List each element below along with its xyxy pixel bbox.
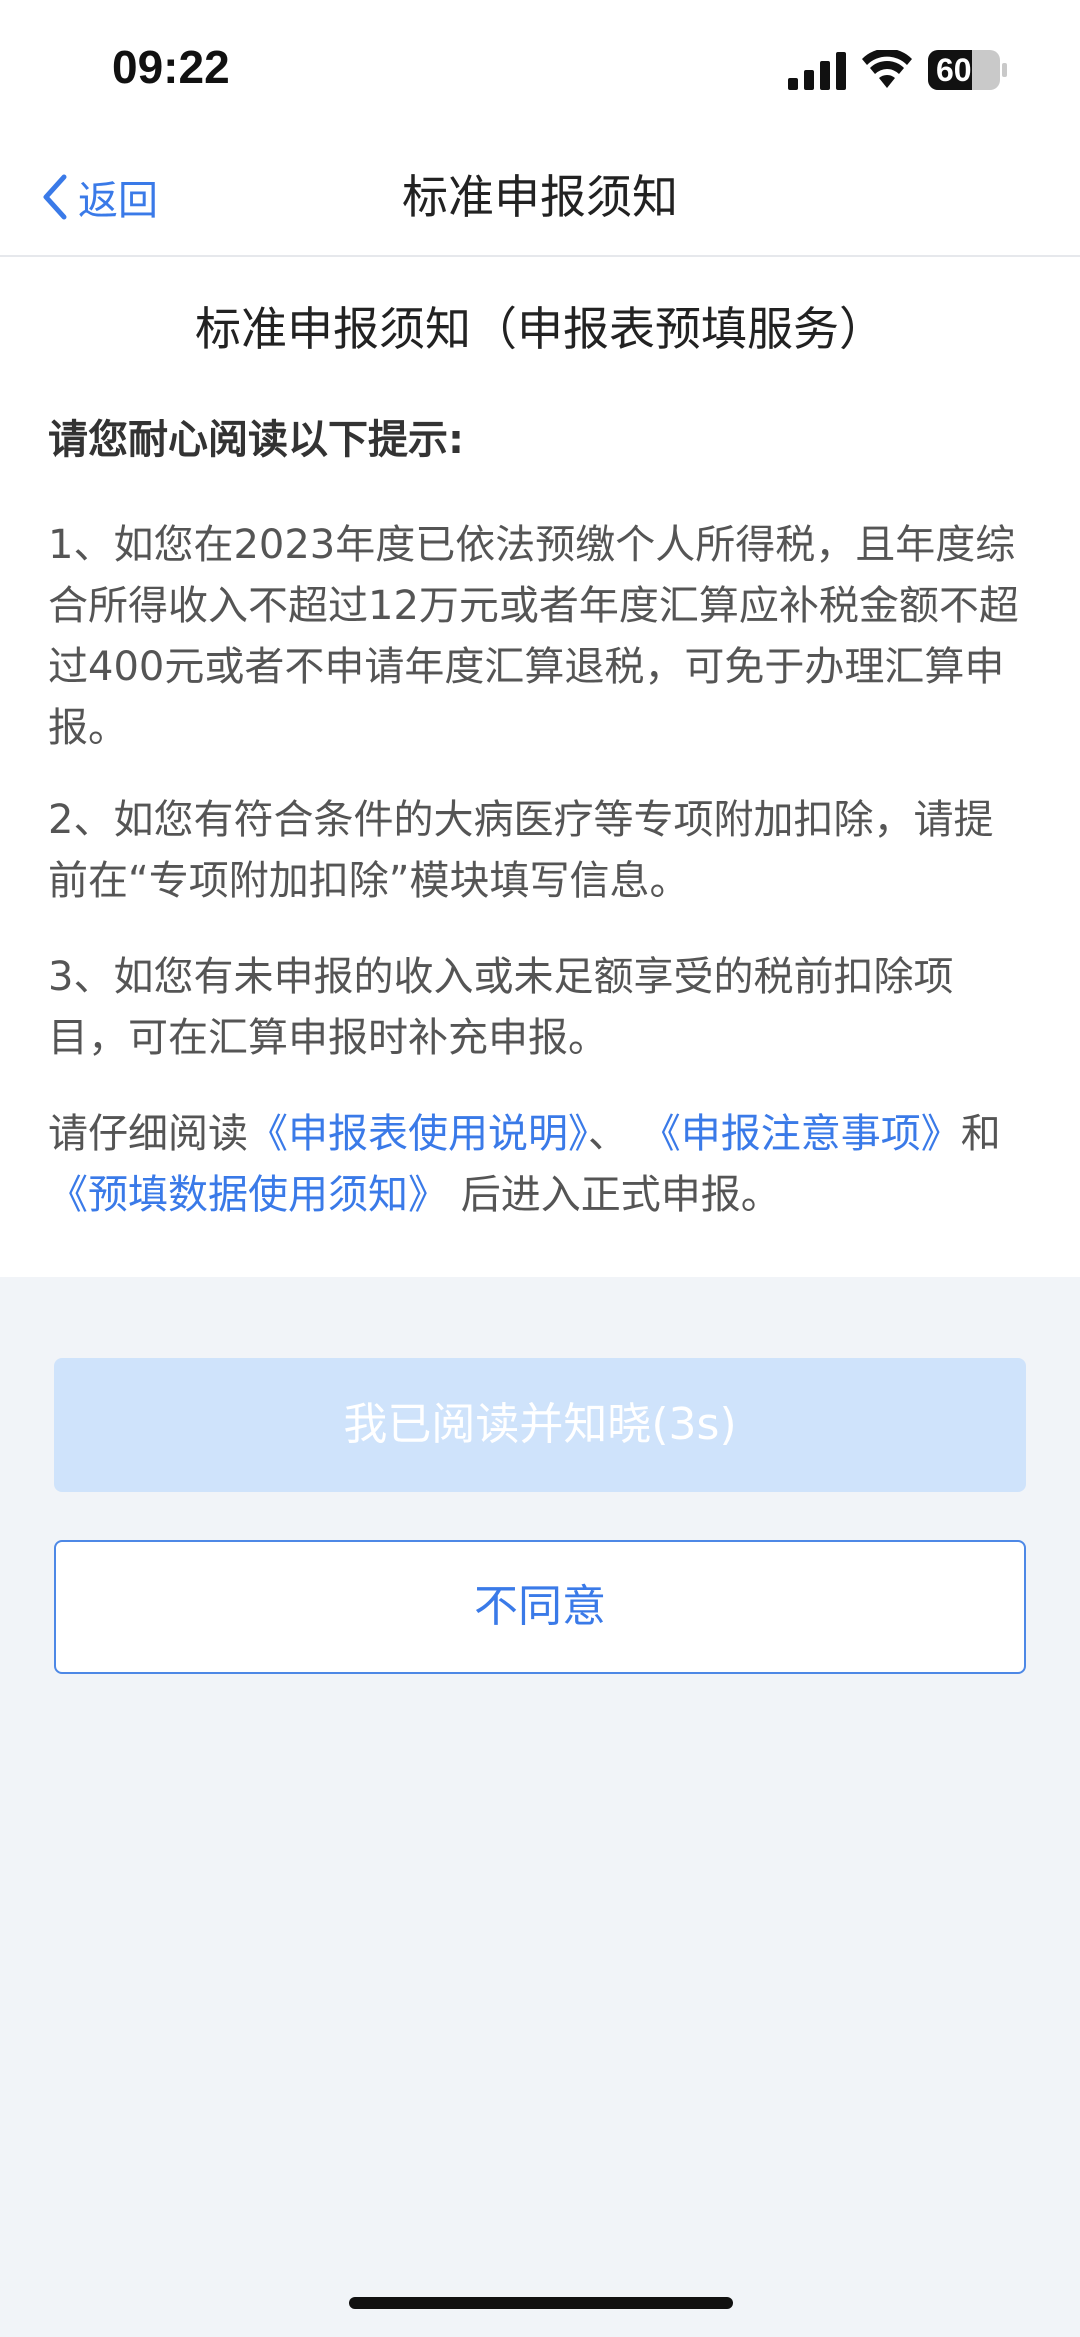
notice-item-3: 3、如您有未申报的收入或未足额享受的税前扣除项目，可在汇算申报时补充申报。 <box>48 954 954 1061</box>
status-time: 09:22 <box>112 41 230 93</box>
navigation-bar: 标准申报须知 返回 <box>0 140 1080 257</box>
document-title: 标准申报须知（申报表预填服务） <box>195 302 885 356</box>
chevron-left-icon <box>43 174 67 220</box>
prompt-heading: 请您耐心阅读以下提示: <box>48 417 464 463</box>
status-bar: 09:22 60 <box>0 0 1080 140</box>
reading-suffix: 后进入正式申报。 <box>460 1172 781 1218</box>
back-label: 返回 <box>78 178 158 224</box>
wifi-icon <box>862 50 912 88</box>
battery-level: 60 <box>936 52 972 88</box>
reading-separator: 、 <box>588 1111 628 1157</box>
disagree-button[interactable]: 不同意 <box>54 1540 1026 1674</box>
link-form-instructions[interactable]: 《申报表使用说明》 <box>248 1111 588 1157</box>
reading-instructions: 请仔细阅读《申报表使用说明》、 《申报注意事项》和 《预填数据使用须知》 后进入… <box>48 1104 1028 1226</box>
notice-item-2: 2、如您有符合条件的大病医疗等专项附加扣除，请提前在“专项附加扣除”模块填写信息… <box>48 797 994 904</box>
page-title: 标准申报须知 <box>402 170 678 224</box>
reading-prefix: 请仔细阅读 <box>48 1111 248 1157</box>
signal-icon <box>788 52 846 90</box>
home-indicator <box>349 2297 733 2309</box>
agree-button[interactable]: 我已阅读并知晓(3s) <box>54 1358 1026 1492</box>
back-button[interactable]: 返回 <box>40 162 158 232</box>
link-filing-notes[interactable]: 《申报注意事项》 <box>641 1111 961 1157</box>
link-prefill-data-notice[interactable]: 《预填数据使用须知》 <box>48 1172 448 1218</box>
reading-and: 和 <box>960 1111 1001 1157</box>
notice-item-1: 1、如您在2023年度已依法预缴个人所得税，且年度综合所得收入不超过12万元或者… <box>48 522 1019 751</box>
notice-content: 标准申报须知（申报表预填服务） 请您耐心阅读以下提示: 1、如您在2023年度已… <box>0 257 1080 1277</box>
